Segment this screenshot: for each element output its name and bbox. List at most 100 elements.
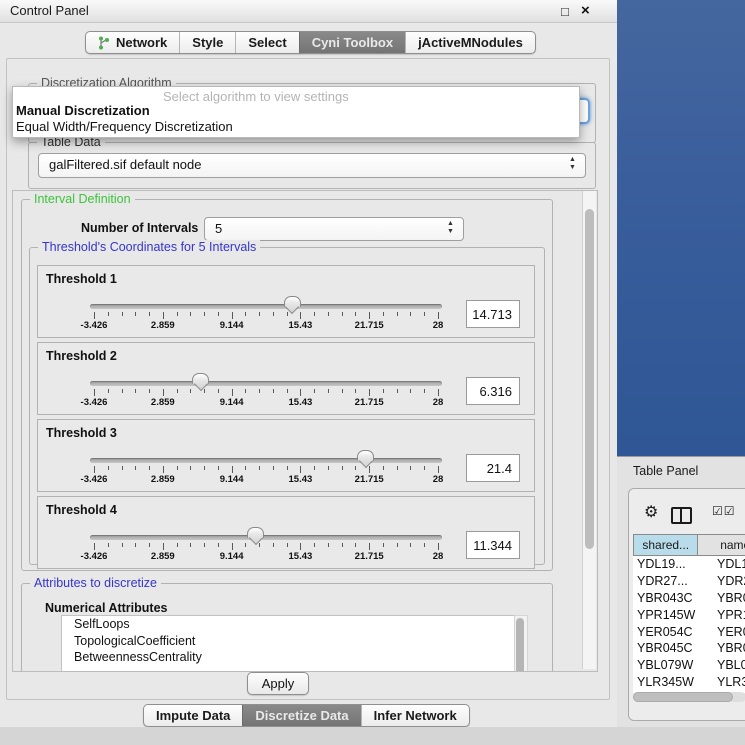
table-row[interactable]: YER054CYER0: [633, 623, 745, 640]
slider-thumb[interactable]: [284, 296, 301, 307]
tab-discretize-data[interactable]: Discretize Data: [242, 705, 360, 726]
table-data-combobox[interactable]: galFiltered.sif default node ▲▼: [38, 153, 586, 178]
tab-label: Network: [116, 35, 167, 50]
slider-tick: [410, 389, 411, 393]
threshold-box-4: Threshold 4-3.4262.8599.14415.4321.71528…: [37, 496, 535, 569]
cell-name: YDL1: [710, 557, 745, 571]
attribute-item[interactable]: BetweennessCentrality: [62, 649, 514, 666]
slider-tick: [135, 466, 136, 470]
slider-tick: [355, 389, 356, 393]
slider-tick: [232, 389, 233, 396]
tab-network[interactable]: Network: [86, 32, 179, 53]
slider-tick: [218, 466, 219, 470]
tab-jactivemnodules[interactable]: jActiveMNodules: [405, 32, 535, 53]
slider-tick: [149, 389, 150, 393]
table-horizontal-scrollbar[interactable]: [633, 692, 745, 702]
slider-tick: [369, 312, 370, 319]
slider-scale-label: 9.144: [220, 320, 244, 331]
popup-item-manual[interactable]: Manual Discretization: [16, 103, 150, 118]
slider-tick: [397, 389, 398, 393]
bottom-tab-bar: Impute Data Discretize DataInfer Network: [143, 704, 470, 727]
scrollbar-thumb[interactable]: [633, 692, 733, 702]
slider-tick: [232, 312, 233, 319]
slider-tick: [259, 466, 260, 470]
attribute-item[interactable]: TopologicalCoefficient: [62, 633, 514, 650]
scrollbar-thumb[interactable]: [585, 209, 594, 549]
tab-label: Style: [192, 35, 223, 50]
table-row[interactable]: YBL079WYBL0: [633, 657, 745, 674]
slider-tick: [438, 543, 439, 550]
slider-track[interactable]: [90, 381, 442, 386]
tab-impute-data[interactable]: Impute Data: [144, 705, 242, 726]
node-table: shared... name YDL19...YDL1YDR27...YDR2Y…: [633, 534, 745, 556]
slider-tick: [273, 466, 274, 470]
columns-icon[interactable]: [671, 507, 692, 524]
slider-tick: [163, 312, 164, 319]
slider-tick: [438, 312, 439, 319]
number-of-intervals-label: Number of Intervals: [81, 221, 198, 235]
table-row[interactable]: YDL19...YDL1: [633, 556, 745, 573]
slider-tick: [108, 543, 109, 547]
table-row[interactable]: YBR045CYBR0: [633, 640, 745, 657]
desktop-background: GAL80GAL8CDCGAL11GAL4GCY1HHAP2: [617, 0, 745, 456]
slider-tick: [259, 389, 260, 393]
slider-tick: [163, 389, 164, 396]
slider-tick: [369, 466, 370, 473]
slider-thumb[interactable]: [192, 373, 209, 384]
slider-tick: [122, 312, 123, 316]
slider-tick: [273, 312, 274, 316]
tab-infer-network[interactable]: Infer Network: [361, 705, 469, 726]
slider-tick: [314, 312, 315, 316]
numerical-attributes-list[interactable]: SelfLoopsTopologicalCoefficientBetweenne…: [61, 615, 515, 672]
close-icon[interactable]: ×: [581, 2, 590, 19]
algorithm-dropdown-popup: Select algorithm to view settings Manual…: [12, 86, 580, 138]
popup-item-equal-width[interactable]: Equal Width/Frequency Discretization: [16, 119, 233, 134]
cell-name: YDR2: [710, 574, 745, 588]
tab-cyni-toolbox[interactable]: Cyni Toolbox: [299, 32, 405, 53]
slider-tick: [218, 389, 219, 393]
column-header-name[interactable]: name: [698, 534, 745, 556]
slider-tick: [177, 389, 178, 393]
stepper-arrows-icon[interactable]: ▲▼: [446, 220, 455, 236]
slider-scale-label: 9.144: [220, 474, 244, 485]
slider-tick: [190, 466, 191, 470]
slider-tick: [300, 543, 301, 550]
slider-tick: [300, 312, 301, 319]
slider-scale-label: 2.859: [151, 474, 175, 485]
attribute-item[interactable]: SelfLoops: [62, 616, 514, 633]
slider-thumb[interactable]: [357, 450, 374, 461]
slider-tick: [190, 543, 191, 547]
threshold-value-field[interactable]: 6.316: [466, 377, 520, 405]
attribute-list-scrollbar[interactable]: [514, 615, 528, 672]
slider-tick: [94, 466, 95, 473]
tab-label: Impute Data: [156, 708, 230, 723]
slider-track[interactable]: [90, 458, 442, 463]
threshold-value-field[interactable]: 14.713: [466, 300, 520, 328]
threshold-value-field[interactable]: 21.4: [466, 454, 520, 482]
threshold-value-field[interactable]: 11.344: [466, 531, 520, 559]
stepper-arrows-icon[interactable]: ▲▼: [568, 156, 577, 172]
panel-title: Control Panel: [10, 3, 89, 18]
slider-tick: [410, 312, 411, 316]
slider-track[interactable]: [90, 535, 442, 540]
checkboxes-icon[interactable]: ☑☑: [712, 504, 736, 518]
settings-vertical-scrollbar[interactable]: [582, 191, 596, 669]
scrollbar-thumb[interactable]: [516, 618, 524, 672]
slider-scale-label: 9.144: [220, 397, 244, 408]
slider-track[interactable]: [90, 304, 442, 309]
slider-tick: [383, 389, 384, 393]
gear-icon[interactable]: ⚙: [644, 502, 658, 522]
tab-style[interactable]: Style: [179, 32, 235, 53]
slider-thumb[interactable]: [247, 527, 264, 538]
slider-tick: [438, 389, 439, 396]
table-row[interactable]: YLR345WYLR3: [633, 674, 745, 691]
table-row[interactable]: YDR27...YDR2: [633, 573, 745, 590]
apply-button[interactable]: Apply: [247, 672, 309, 695]
number-of-intervals-combobox[interactable]: 5 ▲▼: [204, 217, 464, 241]
slider-scale-label: 15.43: [289, 397, 313, 408]
table-row[interactable]: YPR145WYPR1: [633, 606, 745, 623]
column-header-shared[interactable]: shared...: [633, 534, 698, 556]
float-icon[interactable]: □: [561, 4, 569, 19]
tab-select[interactable]: Select: [235, 32, 298, 53]
table-row[interactable]: YBR043CYBR0: [633, 590, 745, 607]
